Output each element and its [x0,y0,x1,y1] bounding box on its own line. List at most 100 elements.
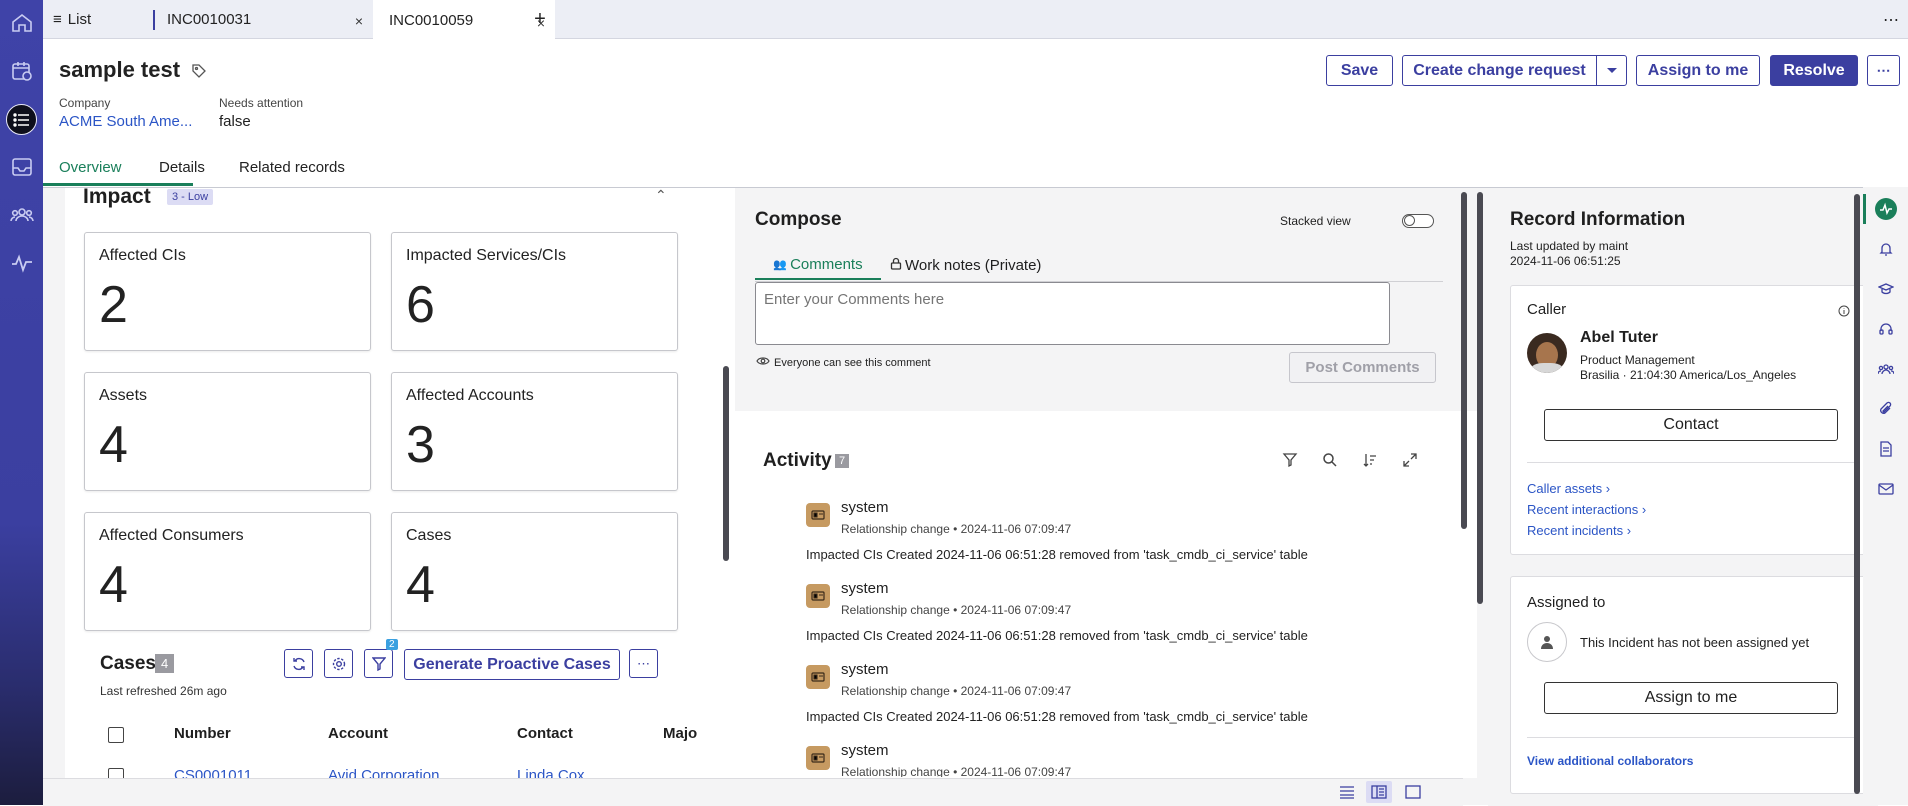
headset-icon[interactable] [1875,318,1897,340]
activity-icon[interactable] [1875,198,1897,220]
tag-icon[interactable] [191,63,207,84]
inbox-icon[interactable] [6,151,37,182]
activity-scrollbar[interactable] [1461,192,1467,529]
system-avatar-icon [806,584,830,608]
comments-input[interactable] [755,282,1390,345]
select-all-checkbox[interactable] [108,727,124,743]
list-icon[interactable] [6,104,37,135]
right-nav [1863,187,1908,805]
more-icon[interactable]: ⋯ [1883,0,1903,39]
affected-accounts-card[interactable]: Affected Accounts 3 [391,372,678,491]
tab-inc0010031[interactable]: INC0010031 × [155,0,373,39]
last-updated-at: 2024-11-06 06:51:25 [1510,254,1621,268]
system-avatar-icon [806,665,830,689]
left-scrollbar[interactable] [723,366,729,561]
impact-panel: Impact 3 - Low ⌃ Affected CIs 2 Impacted … [65,188,741,778]
activity-meta: Relationship change • 2024-11-06 07:09:4… [841,765,1072,777]
filter-icon[interactable] [364,649,393,678]
row-checkbox[interactable] [108,768,124,778]
add-tab-icon[interactable]: + [525,0,555,39]
sort-icon[interactable] [1362,452,1378,473]
search-icon[interactable] [1322,452,1338,473]
post-comments-button[interactable]: Post Comments [1289,352,1436,383]
filter-count-badge: 2 [386,639,398,650]
tab-list[interactable]: ≡ List [53,0,153,39]
right-scrollbar[interactable] [1854,194,1860,794]
split-layout-icon[interactable] [1366,781,1392,803]
cases-card[interactable]: Cases 4 [391,512,678,631]
column-major[interactable]: Majo [663,725,697,742]
tab-work-notes[interactable]: Work notes (Private) [890,250,1041,280]
cases-more-button[interactable]: ⋯ [629,649,658,678]
assign-to-me-button[interactable]: Assign to me [1636,55,1760,86]
menu-icon: ≡ [53,11,62,28]
collapse-icon[interactable]: ⌃ [655,188,667,204]
tab-related-records[interactable]: Related records [239,159,345,176]
list-layout-icon[interactable] [1339,785,1355,804]
affected-cis-card[interactable]: Affected CIs 2 [84,232,371,351]
caller-title: Caller [1527,301,1567,318]
activity-author: system [841,580,889,597]
needs-attention-value: false [219,113,251,130]
caller-location: Brasilia · 21:04:30 America/Los_Angeles [1580,368,1797,382]
middle-scrollbar[interactable] [1477,192,1483,604]
assets-card[interactable]: Assets 4 [84,372,371,491]
tab-overview[interactable]: Overview [59,159,122,176]
refresh-icon[interactable] [284,649,313,678]
create-change-request-button[interactable]: Create change request [1402,55,1597,86]
stacked-view-toggle[interactable] [1402,214,1434,228]
expand-icon[interactable] [1402,452,1418,473]
info-icon[interactable] [1838,304,1850,322]
impact-title: Impact [83,188,151,208]
unassigned-text: This Incident has not been assigned yet [1580,635,1810,650]
company-link[interactable]: ACME South Ame... [59,113,192,130]
history-icon[interactable] [6,55,37,86]
case-number-link[interactable]: CS0001011 [174,767,252,778]
assign-to-me-button[interactable]: Assign to me [1544,682,1838,714]
single-layout-icon[interactable] [1405,785,1421,804]
column-number[interactable]: Number [174,725,231,742]
chevron-down-icon[interactable] [1596,55,1627,86]
save-button[interactable]: Save [1326,55,1393,86]
document-icon[interactable] [1875,438,1897,460]
recent-incidents-link[interactable]: Recent incidents › [1527,523,1631,538]
team-icon[interactable] [6,199,37,230]
resolve-button[interactable]: Resolve [1770,55,1858,86]
tab-comments[interactable]: 👥 Comments [755,250,881,280]
view-collaborators-link[interactable]: View additional collaborators [1527,754,1693,768]
pulse-icon[interactable] [6,247,37,278]
paperclip-icon[interactable] [1875,398,1897,420]
last-refreshed: Last refreshed 26m ago [100,684,227,698]
activity-message: Impacted CIs Created 2024-11-06 06:51:28… [806,709,1308,724]
caller-assets-link[interactable]: Caller assets › [1527,481,1610,496]
generate-proactive-cases-button[interactable]: Generate Proactive Cases [404,649,620,680]
column-account[interactable]: Account [328,725,388,742]
impacted-services-card[interactable]: Impacted Services/CIs 6 [391,232,678,351]
caller-name: Abel Tuter [1580,329,1658,346]
mail-icon[interactable] [1875,478,1897,500]
bell-icon[interactable] [1875,238,1897,260]
case-contact-link[interactable]: Linda Cox [517,767,585,778]
graduation-cap-icon[interactable] [1875,278,1897,300]
recent-interactions-link[interactable]: Recent interactions › [1527,502,1646,517]
record-info-title: Record Information [1510,209,1686,230]
activity-author: system [841,742,889,759]
case-account-link[interactable]: Avid Corporation [328,767,439,778]
tab-details[interactable]: Details [159,159,205,176]
compose-title: Compose [755,209,842,230]
column-contact[interactable]: Contact [517,725,573,742]
group-icon[interactable] [1875,358,1897,380]
close-icon[interactable]: × [355,13,363,29]
home-icon[interactable] [6,7,37,38]
caller-department: Product Management [1580,353,1695,367]
record-info-panel: Record Information Last updated by maint… [1488,188,1878,806]
filter-icon[interactable] [1282,452,1298,473]
workspace: Impact 3 - Low ⌃ Affected CIs 2 Impacted … [43,187,1908,806]
affected-consumers-card[interactable]: Affected Consumers 4 [84,512,371,631]
more-actions-button[interactable]: ⋯ [1867,55,1900,86]
contact-button[interactable]: Contact [1544,409,1838,441]
eye-icon [756,356,770,369]
gear-icon[interactable] [324,649,353,678]
lock-icon [890,257,902,274]
assigned-to-title: Assigned to [1527,594,1606,611]
